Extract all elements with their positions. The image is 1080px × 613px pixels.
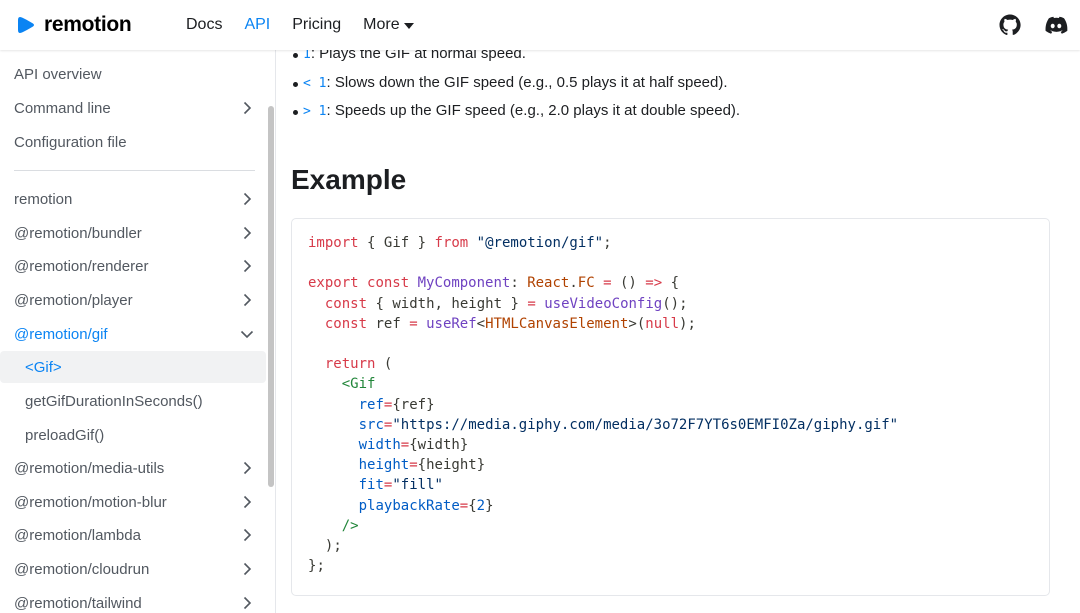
sidebar-item-label: @remotion/renderer (14, 257, 149, 275)
main-content: 1: Plays the GIF at normal speed. < 1: S… (291, 50, 1080, 613)
inline-code: 1 (303, 50, 311, 62)
sidebar-item-label: @remotion/bundler (14, 224, 142, 242)
sidebar-item-remotion[interactable]: remotion (0, 183, 266, 215)
sidebar-item-label: <Gif> (25, 358, 62, 376)
code-line: /> (341, 517, 359, 534)
sidebar-item-label: @remotion/lambda (14, 526, 141, 544)
nav-right-icons (998, 13, 1068, 37)
chevron-right-icon (243, 528, 252, 542)
code-line: height={height} (358, 457, 486, 474)
sidebar-item-get-gif-duration[interactable]: getGifDurationInSeconds() (0, 385, 266, 417)
nav-link-api[interactable]: API (244, 16, 270, 34)
section-heading: Example (291, 164, 407, 195)
chevron-right-icon (243, 259, 252, 273)
code-line: ref={ref} (358, 396, 435, 413)
sidebar-item-label: Command line (14, 99, 111, 117)
code-line: <Gif (341, 376, 376, 393)
inline-code: < 1 (303, 76, 327, 91)
brand-link[interactable]: remotion (16, 0, 170, 50)
chevron-down-icon (240, 330, 254, 339)
list-item-text: : Slows down the GIF speed (e.g., 0.5 pl… (326, 74, 728, 91)
sidebar-item-command-line[interactable]: Command line (0, 92, 266, 124)
sidebar-item-label: getGifDurationInSeconds() (25, 392, 203, 410)
list-item-text: : Plays the GIF at normal speed. (310, 50, 526, 62)
sidebar-item-label: @remotion/cloudrun (14, 560, 150, 578)
list-item: < 1: Slows down the GIF speed (e.g., 0.5… (293, 74, 728, 91)
code-line: fit="fill" (358, 477, 443, 494)
code-line: return ( (324, 356, 393, 373)
code-line: src="https://media.giphy.com/media/3o72F… (358, 416, 899, 433)
nav-more-label: More (363, 16, 400, 33)
nav-link-pricing[interactable]: Pricing (292, 16, 341, 34)
sidebar-item-label: API overview (14, 65, 102, 83)
sidebar-item-label: @remotion/motion-blur (14, 493, 167, 511)
chevron-right-icon (243, 495, 252, 509)
sidebar-item-label: @remotion/tailwind (14, 594, 142, 612)
sidebar-item-tailwind[interactable]: @remotion/tailwind (0, 587, 266, 613)
chevron-right-icon (243, 192, 252, 206)
list-item-text: : Speeds up the GIF speed (e.g., 2.0 pla… (326, 102, 741, 119)
sidebar-item-player[interactable]: @remotion/player (0, 284, 266, 316)
sidebar-item-label: @remotion/player (14, 291, 133, 309)
list-item: > 1: Speeds up the GIF speed (e.g., 2.0 … (292, 102, 741, 119)
discord-icon[interactable] (1044, 13, 1068, 37)
sidebar-item-label: preloadGif() (25, 426, 105, 444)
code-line: width={width} (358, 437, 469, 453)
caret-down-icon (403, 23, 414, 29)
sidebar-item-cloudrun[interactable]: @remotion/cloudrun (0, 553, 266, 585)
remotion-logo-icon (18, 17, 34, 33)
code-line: const ref = useRef<HTMLCanvasElement>(nu… (324, 315, 696, 332)
chevron-right-icon (243, 562, 252, 576)
sidebar-item-lambda[interactable]: @remotion/lambda (0, 519, 266, 551)
sidebar-item-label: @remotion/media-utils (14, 459, 165, 477)
sidebar-item-label: @remotion/gif (14, 325, 108, 343)
inline-code: > 1 (303, 104, 327, 119)
code-line: ); (324, 538, 342, 554)
code-line: const { width, height } = useVideoConfig… (324, 295, 688, 312)
code-line: import { Gif } from "@remotion/gif"; (308, 235, 612, 251)
chevron-right-icon (243, 226, 252, 240)
top-navbar: remotion Docs API Pricing More (0, 0, 1080, 50)
sidebar-divider (14, 170, 255, 171)
sidebar-scrollbar[interactable] (268, 106, 274, 487)
list-item: 1: Plays the GIF at normal speed. (293, 50, 526, 62)
sidebar-item-label: Configuration file (14, 133, 127, 151)
code-line: }; (308, 558, 325, 575)
sidebar-item-renderer[interactable]: @remotion/renderer (0, 250, 266, 282)
chevron-right-icon (243, 293, 252, 307)
sidebar-item-api-overview[interactable]: API overview (0, 58, 266, 90)
sidebar-item-preload-gif[interactable]: preloadGif() (0, 419, 266, 451)
chevron-right-icon (243, 461, 252, 475)
sidebar-item-label: remotion (14, 190, 73, 208)
sidebar-item-bundler[interactable]: @remotion/bundler (0, 217, 266, 249)
nav-more-dropdown[interactable]: More (363, 16, 414, 34)
sidebar-item-media-utils[interactable]: @remotion/media-utils (0, 452, 266, 484)
docs-sidebar: API overview Command line Configuration … (0, 50, 276, 613)
nav-link-docs[interactable]: Docs (186, 16, 222, 34)
sidebar-item-gif-component[interactable]: <Gif> (0, 351, 266, 383)
chevron-right-icon (243, 596, 252, 610)
sidebar-item-motion-blur[interactable]: @remotion/motion-blur (0, 486, 266, 518)
sidebar-item-configuration-file[interactable]: Configuration file (0, 126, 266, 158)
github-icon[interactable] (998, 13, 1022, 37)
code-line: export const MyComponent: React.FC = () … (308, 275, 680, 292)
sidebar-item-gif-package[interactable]: @remotion/gif (0, 318, 266, 350)
brand-name: remotion (44, 13, 132, 36)
chevron-right-icon (243, 101, 252, 115)
code-line: playbackRate={2} (358, 497, 494, 514)
code-block: import { Gif } from "@remotion/gif"; expo… (291, 218, 1050, 596)
